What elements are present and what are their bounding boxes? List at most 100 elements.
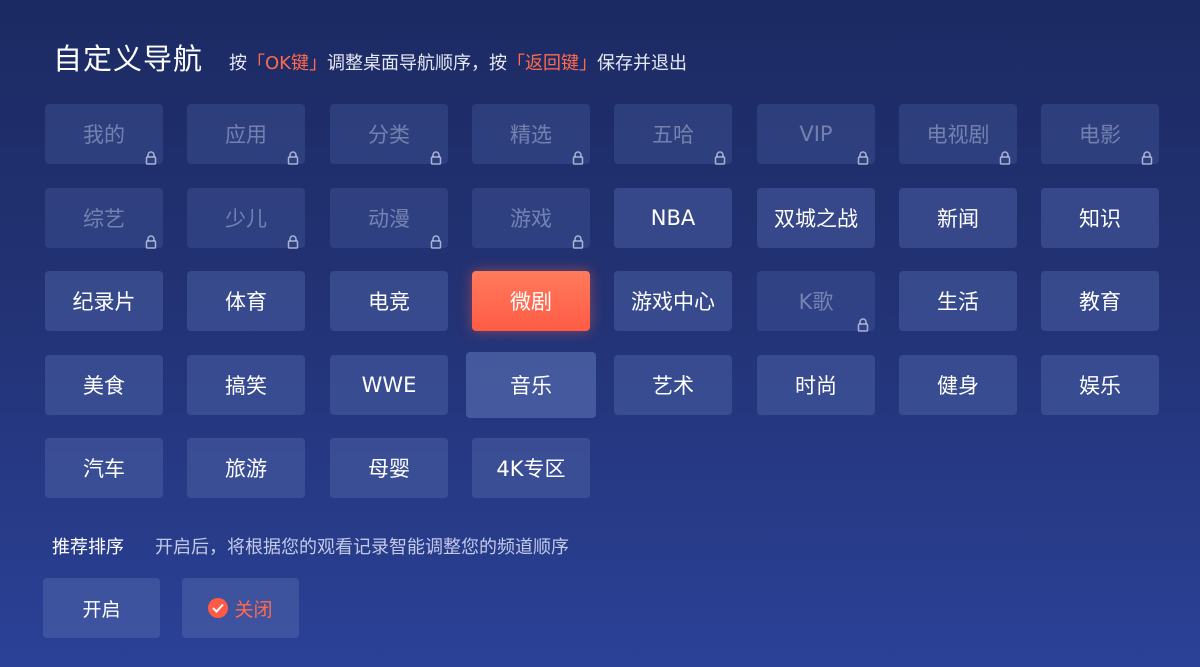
- nav-tile[interactable]: 美食: [45, 355, 163, 415]
- recommend-sort-description: 开启后，将根据您的观看记录智能调整您的频道顺序: [155, 537, 569, 558]
- lock-icon: [287, 146, 299, 165]
- nav-tile[interactable]: 艺术: [614, 355, 732, 415]
- check-icon: [208, 598, 229, 618]
- nav-tile-label: WWE: [361, 373, 417, 397]
- lock-icon: [430, 230, 442, 249]
- lock-icon: [857, 146, 869, 165]
- nav-tile[interactable]: 健身: [899, 355, 1017, 415]
- nav-tile-label: 电影: [1079, 123, 1121, 147]
- nav-tile[interactable]: VIP: [757, 104, 875, 165]
- nav-tile[interactable]: 娱乐: [1041, 355, 1159, 415]
- nav-tile-label: 双城之战: [774, 207, 858, 231]
- nav-tile[interactable]: 五哈: [614, 104, 732, 165]
- lock-icon: [857, 313, 869, 332]
- nav-tile[interactable]: 双城之战: [757, 188, 875, 248]
- nav-tile-label: NBA: [650, 206, 696, 230]
- nav-tile-label: 时尚: [795, 374, 837, 398]
- nav-tile[interactable]: 纪录片: [45, 271, 163, 331]
- nav-tile-label: 少儿: [225, 207, 267, 231]
- nav-tile-label: VIP: [799, 122, 833, 146]
- nav-tile[interactable]: 少儿: [187, 188, 305, 249]
- nav-tile[interactable]: 教育: [1041, 271, 1159, 331]
- recommend-off-label: 关闭: [234, 598, 273, 621]
- nav-tile[interactable]: NBA: [614, 188, 732, 248]
- bracket-close-2: 」: [579, 53, 597, 74]
- nav-tile-label: 体育: [225, 290, 267, 314]
- nav-tile[interactable]: 电视剧: [899, 104, 1017, 165]
- back-key-label: 返回键: [525, 53, 579, 74]
- lock-icon: [572, 230, 584, 249]
- nav-tile[interactable]: 母婴: [330, 438, 448, 498]
- lock-icon: [145, 146, 157, 165]
- recommend-sort-label: 推荐排序: [52, 537, 124, 558]
- nav-tile[interactable]: 新闻: [899, 188, 1017, 248]
- nav-tile[interactable]: 分类: [330, 104, 448, 165]
- lock-icon: [430, 146, 442, 165]
- nav-tile-label: 艺术: [652, 374, 694, 398]
- nav-tile[interactable]: 精选: [472, 104, 590, 165]
- nav-tile-label: 分类: [368, 123, 410, 147]
- nav-tile[interactable]: 音乐: [466, 352, 596, 418]
- nav-tile-label: 精选: [510, 123, 552, 147]
- nav-tile-label: 纪录片: [72, 290, 136, 314]
- nav-tile-label: 应用: [225, 123, 267, 147]
- nav-tile[interactable]: 汽车: [45, 438, 163, 498]
- lock-icon: [714, 146, 726, 165]
- nav-tile[interactable]: 旅游: [187, 438, 305, 498]
- page-header: 自定义导航 按「OK键」调整桌面导航顺序，按「返回键」保存并退出: [53, 36, 687, 78]
- nav-tile-label: 我的: [83, 123, 125, 147]
- nav-tile-label: 母婴: [368, 457, 410, 481]
- nav-tile[interactable]: 游戏: [472, 188, 590, 249]
- nav-tile-label: 知识: [1079, 207, 1121, 231]
- nav-tile[interactable]: 动漫: [330, 188, 448, 249]
- nav-tile-label: 教育: [1079, 290, 1121, 314]
- nav-tile-label: 汽车: [83, 457, 125, 481]
- nav-tile[interactable]: 知识: [1041, 188, 1159, 248]
- nav-tile-label: 电视剧: [926, 123, 990, 147]
- hint-post: 保存并退出: [597, 53, 687, 74]
- nav-tile[interactable]: 4K专区: [472, 438, 590, 498]
- bracket-open: 「: [247, 53, 266, 74]
- nav-tile[interactable]: 游戏中心: [614, 271, 732, 331]
- instruction-text: 按「OK键」调整桌面导航顺序，按「返回键」保存并退出: [229, 49, 687, 75]
- nav-tile-label: 游戏: [510, 207, 552, 231]
- nav-tile[interactable]: 时尚: [757, 355, 875, 415]
- nav-tile[interactable]: 应用: [187, 104, 305, 165]
- bracket-open-2: 「: [507, 53, 525, 74]
- nav-tile[interactable]: WWE: [330, 355, 448, 415]
- nav-tile[interactable]: 微剧: [472, 271, 590, 331]
- lock-icon: [999, 146, 1011, 165]
- nav-tile-label: 音乐: [510, 374, 552, 398]
- nav-tile[interactable]: 电影: [1041, 104, 1159, 165]
- nav-tile-label: 健身: [937, 374, 979, 398]
- nav-tile-label: 娱乐: [1079, 374, 1121, 398]
- recommend-on-button[interactable]: 开启: [43, 578, 160, 638]
- nav-tile-label: 微剧: [510, 290, 552, 314]
- nav-tile-label: 旅游: [225, 457, 267, 481]
- nav-tile[interactable]: 体育: [187, 271, 305, 331]
- nav-tile-label: 动漫: [368, 207, 410, 231]
- lock-icon: [1141, 146, 1153, 165]
- nav-tile-label: 搞笑: [225, 374, 267, 398]
- nav-tile-label: 4K专区: [496, 457, 566, 481]
- nav-tile-label: 生活: [937, 290, 979, 314]
- nav-tile[interactable]: K歌: [757, 271, 875, 332]
- recommend-off-button[interactable]: 关闭: [182, 578, 299, 638]
- nav-tile-label: 五哈: [652, 123, 694, 147]
- ok-key-label: OK键: [265, 53, 309, 74]
- nav-tile[interactable]: 综艺: [45, 188, 163, 249]
- nav-tile[interactable]: 搞笑: [187, 355, 305, 415]
- lock-icon: [572, 146, 584, 165]
- page-title: 自定义导航: [53, 42, 204, 76]
- hint-mid: 调整桌面导航顺序，按: [327, 53, 507, 74]
- nav-tile-label: 电竞: [368, 290, 410, 314]
- nav-tile-label: 新闻: [937, 207, 979, 231]
- nav-tile-label: 综艺: [83, 207, 125, 231]
- lock-icon: [287, 230, 299, 249]
- nav-tile[interactable]: 我的: [45, 104, 163, 165]
- nav-tile[interactable]: 电竞: [330, 271, 448, 331]
- bracket-close: 」: [309, 53, 327, 74]
- lock-icon: [145, 230, 157, 249]
- nav-tile-label: 美食: [83, 374, 125, 398]
- nav-tile[interactable]: 生活: [899, 271, 1017, 331]
